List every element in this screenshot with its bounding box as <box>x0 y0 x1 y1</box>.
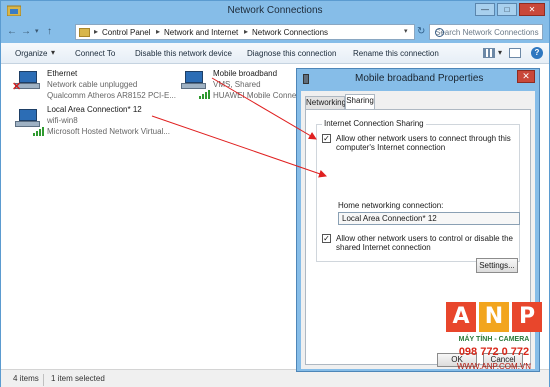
address-dropdown-icon[interactable]: ▾ <box>404 27 408 35</box>
breadcrumb-separator-icon[interactable]: ▸ <box>156 27 160 36</box>
connection-device: HUAWEI Mobile Connect <box>213 91 303 100</box>
address-row: ← → ▾ ↑ ▸ Control Panel ▸ Network and In… <box>1 21 549 43</box>
dialog-title: Mobile broadband Properties <box>355 73 484 84</box>
forward-arrow-icon[interactable]: → <box>21 26 31 38</box>
settings-button[interactable]: Settings... <box>476 258 518 273</box>
preview-pane-icon[interactable] <box>509 48 521 58</box>
watermark-letter: A <box>446 302 476 332</box>
search-placeholder: Search Network Connections <box>435 28 539 37</box>
organize-dropdown-icon[interactable]: ▾ <box>51 48 55 57</box>
connection-status: Network cable unplugged <box>47 80 138 89</box>
connection-device: Microsoft Hosted Network Virtual... <box>47 127 171 136</box>
connection-status: VMS, Shared <box>213 80 261 89</box>
connection-status: wifi-win8 <box>47 116 78 125</box>
view-dropdown-icon[interactable]: ▾ <box>498 48 502 57</box>
breadcrumb-network-connections[interactable]: Network Connections <box>252 28 328 37</box>
dialog-close-button[interactable]: ✕ <box>517 70 535 83</box>
tab-sharing[interactable]: Sharing <box>345 94 375 110</box>
allow-control-label: Allow other network users to control or … <box>336 234 513 252</box>
organize-button[interactable]: Organize <box>15 49 47 58</box>
history-dropdown-icon[interactable]: ▾ <box>35 26 39 38</box>
rename-button[interactable]: Rename this connection <box>353 49 439 58</box>
search-input[interactable]: Search Network Connections <box>429 24 543 40</box>
breadcrumb-network-internet[interactable]: Network and Internet <box>164 28 238 37</box>
anp-watermark-logo: A N P MÁY TÍNH - CAMERA 098 772 0 772 WW… <box>440 302 548 382</box>
diagnose-button[interactable]: Diagnose this connection <box>247 49 336 58</box>
watermark-phone: 098 772 0 772 <box>458 346 530 358</box>
wifi-adapter-icon <box>15 109 40 129</box>
item-count: 4 items <box>13 374 39 383</box>
home-connection-field[interactable]: Local Area Connection* 12 <box>338 212 520 225</box>
connection-local-area-12[interactable]: Local Area Connection* 12 wifi-win8 Micr… <box>15 105 185 139</box>
minimize-button[interactable]: — <box>475 3 495 16</box>
breadcrumb-separator-icon[interactable]: ▸ <box>94 27 98 36</box>
watermark-letter: P <box>512 302 542 332</box>
watermark-url: WWW.ANP.COM.VN <box>456 362 532 371</box>
control-panel-icon <box>79 28 90 37</box>
title-bar[interactable]: Network Connections — □ ✕ <box>1 1 549 21</box>
selection-count: 1 item selected <box>51 374 105 383</box>
signal-strength-icon <box>33 127 45 136</box>
window-title: Network Connections <box>227 5 323 16</box>
maximize-button[interactable]: □ <box>497 3 517 16</box>
connect-to-button[interactable]: Connect To <box>75 49 115 58</box>
watermark-tagline: MÁY TÍNH - CAMERA <box>458 336 530 343</box>
up-arrow-icon[interactable]: ↑ <box>47 26 52 38</box>
home-connection-label: Home networking connection: <box>338 201 444 210</box>
breadcrumb-separator-icon[interactable]: ▸ <box>244 27 248 36</box>
allow-control-checkbox[interactable]: ✓ <box>322 234 331 243</box>
usb-modem-icon <box>303 74 309 84</box>
back-arrow-icon[interactable]: ← <box>7 26 17 38</box>
ics-group-label: Internet Connection Sharing <box>322 119 426 128</box>
mobile-broadband-adapter-icon <box>181 71 206 91</box>
connection-name: Local Area Connection* 12 <box>47 105 142 114</box>
signal-strength-icon <box>199 90 211 99</box>
allow-connect-checkbox[interactable]: ✓ <box>322 134 331 143</box>
connection-device: Qualcomm Atheros AR8152 PCI-E... <box>47 91 176 100</box>
connection-ethernet[interactable]: ✕ Ethernet Network cable unplugged Qualc… <box>12 69 185 103</box>
disable-device-button[interactable]: Disable this network device <box>135 49 232 58</box>
search-icon[interactable] <box>435 28 444 37</box>
connection-name: Ethernet <box>47 69 78 78</box>
connection-mobile-broadband[interactable]: Mobile broadband VMS, Shared HUAWEI Mobi… <box>181 69 303 103</box>
breadcrumb-control-panel[interactable]: Control Panel <box>102 28 150 37</box>
close-button[interactable]: ✕ <box>519 3 545 16</box>
change-view-icon[interactable] <box>483 48 495 58</box>
connection-name: Mobile broadband <box>213 69 278 78</box>
command-bar: Organize ▾ Connect To Disable this netwo… <box>1 43 549 64</box>
help-icon[interactable]: ? <box>531 47 543 59</box>
watermark-letter: N <box>479 302 509 332</box>
status-divider <box>43 374 44 386</box>
disconnected-icon: ✕ <box>12 81 22 93</box>
tab-networking[interactable]: Networking <box>305 96 346 110</box>
address-bar[interactable]: ▸ Control Panel ▸ Network and Internet ▸… <box>75 24 415 40</box>
refresh-icon[interactable]: ↻ <box>417 26 425 37</box>
allow-connect-label: Allow other network users to connect thr… <box>336 134 511 152</box>
